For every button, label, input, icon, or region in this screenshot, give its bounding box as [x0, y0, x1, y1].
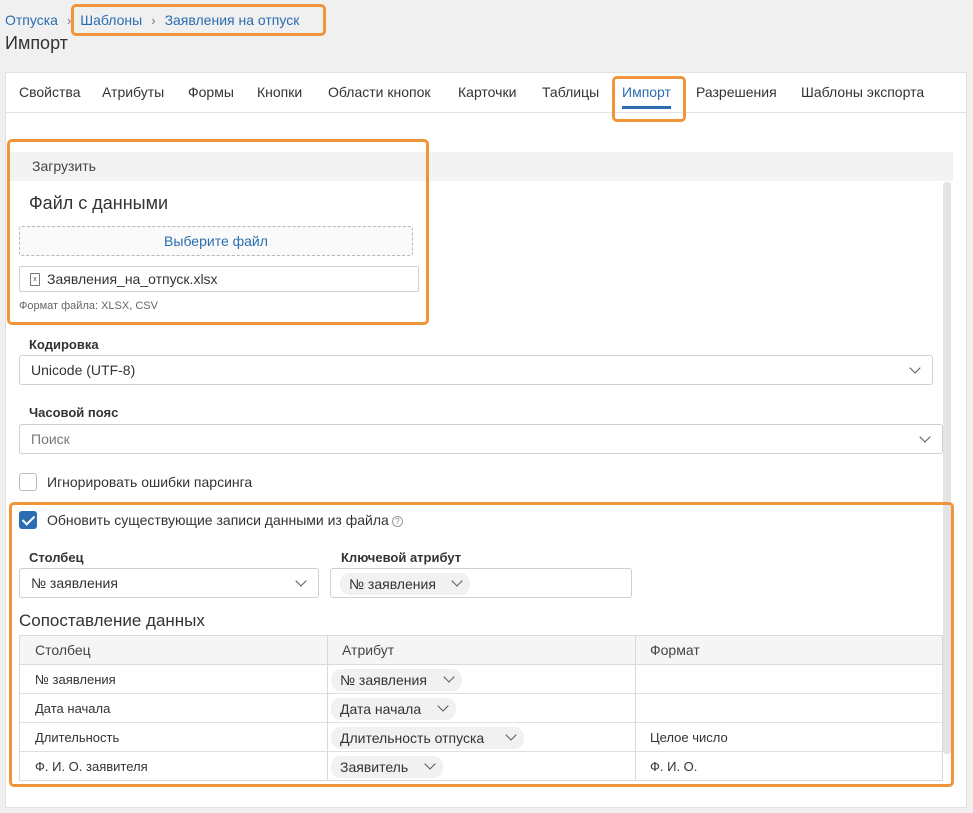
- header-format: Формат: [635, 636, 942, 665]
- ignore-errors-label: Игнорировать ошибки парсинга: [47, 474, 253, 490]
- attribute-chip[interactable]: № заявления: [331, 669, 462, 691]
- header-attribute: Атрибут: [327, 636, 635, 665]
- header-column: Столбец: [20, 636, 327, 665]
- attribute-value: № заявления: [340, 672, 427, 688]
- attribute-chip[interactable]: Дата начала: [331, 698, 456, 720]
- cell-column: Дата начала: [35, 701, 111, 716]
- attribute-value: Дата начала: [340, 701, 422, 717]
- key-attribute-label: Ключевой атрибут: [341, 550, 462, 565]
- chevron-down-icon: [505, 729, 517, 741]
- file-format-hint: Формат файла: XLSX, CSV: [19, 300, 158, 312]
- cell-format: [635, 665, 650, 694]
- timezone-select[interactable]: Поиск: [19, 424, 943, 454]
- mapping-table: Столбец Атрибут Формат № заявления № зая…: [19, 635, 943, 781]
- encoding-value: Unicode (UTF-8): [31, 362, 136, 378]
- column-divider: [327, 636, 328, 780]
- attribute-chip[interactable]: Длительность отпуска: [331, 727, 524, 749]
- tab-attributes[interactable]: Атрибуты: [102, 72, 164, 112]
- tab-export-templates[interactable]: Шаблоны экспорта: [801, 72, 924, 112]
- column-divider: [635, 636, 636, 780]
- table-row: № заявления № заявления: [20, 665, 942, 694]
- chevron-down-icon: [451, 575, 463, 587]
- tab-properties[interactable]: Свойства: [19, 72, 80, 112]
- attribute-value: Длительность отпуска: [340, 730, 485, 746]
- attribute-value: Заявитель: [340, 759, 409, 775]
- tab-tables[interactable]: Таблицы: [542, 72, 599, 112]
- cell-format: Целое число: [650, 730, 728, 745]
- upload-section-header[interactable]: Загрузить: [10, 152, 953, 181]
- table-row: Длительность Длительность отпуска Целое …: [20, 723, 942, 752]
- update-existing-checkbox[interactable]: [19, 511, 37, 529]
- tab-button-areas[interactable]: Области кнопок: [328, 72, 431, 112]
- chevron-right-icon: ›: [151, 12, 156, 28]
- chevron-down-icon: [295, 575, 307, 587]
- chevron-down-icon: [437, 700, 449, 712]
- column-select[interactable]: № заявления: [19, 568, 319, 598]
- cell-format: Ф. И. О.: [650, 759, 698, 774]
- scrollbar[interactable]: [943, 182, 951, 754]
- tab-cards[interactable]: Карточки: [458, 72, 516, 112]
- chevron-down-icon: [919, 431, 931, 443]
- key-attribute-chip[interactable]: № заявления: [340, 573, 470, 595]
- key-attribute-value: № заявления: [349, 576, 436, 592]
- table-row: Ф. И. О. заявителя Заявитель Ф. И. О.: [20, 752, 942, 781]
- timezone-label: Часовой пояс: [29, 405, 119, 420]
- breadcrumb-link-templates[interactable]: Шаблоны: [80, 12, 142, 28]
- cell-column: № заявления: [35, 672, 116, 687]
- ignore-errors-checkbox[interactable]: [19, 473, 37, 491]
- file-name: Заявления_на_отпуск.xlsx: [47, 271, 218, 287]
- breadcrumb: Отпуска › Шаблоны › Заявления на отпуск: [5, 10, 299, 30]
- mapping-title: Сопоставление данных: [19, 611, 205, 630]
- cell-column: Длительность: [35, 730, 120, 745]
- timezone-placeholder: Поиск: [31, 431, 70, 447]
- choose-file-button[interactable]: Выберите файл: [19, 226, 413, 256]
- breadcrumb-link-vacations[interactable]: Отпуска: [5, 12, 58, 28]
- chevron-down-icon: [424, 758, 436, 770]
- encoding-label: Кодировка: [29, 337, 99, 352]
- column-label: Столбец: [29, 550, 84, 565]
- cell-format: [635, 694, 650, 723]
- help-icon[interactable]: ?: [391, 516, 403, 527]
- selected-file: x Заявления_на_отпуск.xlsx: [19, 266, 419, 292]
- page-title: Импорт: [5, 33, 68, 53]
- cell-column: Ф. И. О. заявителя: [35, 759, 148, 774]
- tab-bar: Свойства Атрибуты Формы Кнопки Области к…: [5, 72, 967, 113]
- tab-forms[interactable]: Формы: [188, 72, 234, 112]
- chevron-down-icon: [909, 362, 921, 374]
- breadcrumb-link-vacation-requests[interactable]: Заявления на отпуск: [165, 12, 300, 28]
- update-existing-label: Обновить существующие записи данными из …: [47, 512, 389, 528]
- chevron-down-icon: [443, 671, 455, 683]
- table-row: Дата начала Дата начала: [20, 694, 942, 723]
- excel-file-icon: x: [30, 272, 40, 286]
- file-section-title: Файл с данными: [29, 193, 169, 213]
- tab-buttons[interactable]: Кнопки: [257, 72, 302, 112]
- encoding-select[interactable]: Unicode (UTF-8): [19, 355, 933, 385]
- update-existing-row: Обновить существующие записи данными из …: [47, 512, 403, 528]
- chevron-right-icon: ›: [66, 12, 72, 28]
- tab-permissions[interactable]: Разрешения: [696, 72, 777, 112]
- tab-import[interactable]: Импорт: [622, 72, 671, 112]
- attribute-chip[interactable]: Заявитель: [331, 756, 443, 778]
- column-value: № заявления: [31, 575, 118, 591]
